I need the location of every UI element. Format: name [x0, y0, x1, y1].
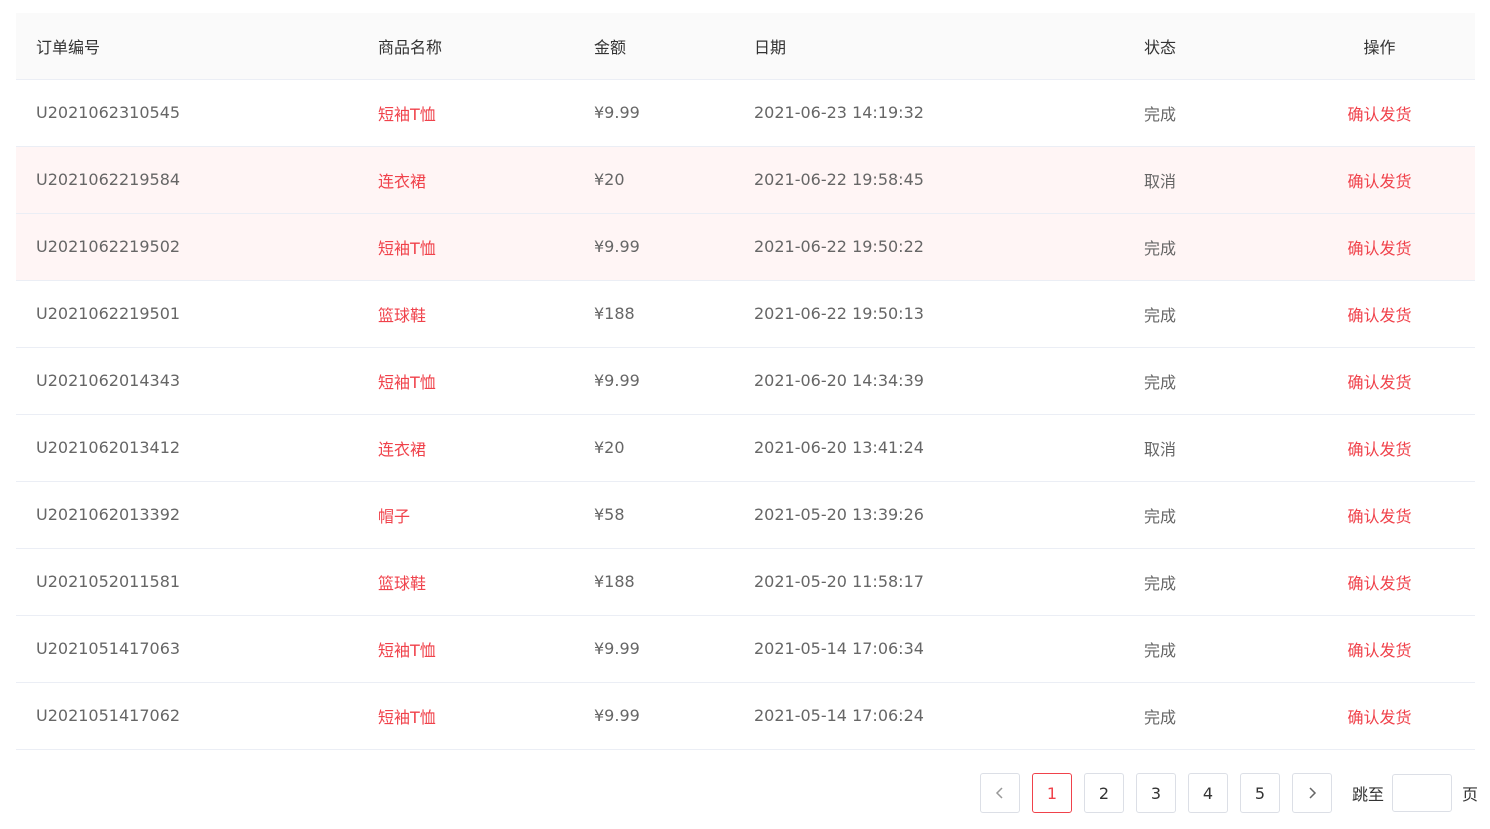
orders-table: 订单编号 商品名称 金额 日期 状态 操作 U2021062310545 短袖T… — [16, 13, 1475, 750]
date-cell: 2021-06-23 14:19:32 — [734, 79, 1124, 147]
table-row: U2021062219501 篮球鞋 ¥188 2021-06-22 19:50… — [16, 280, 1475, 348]
header-status: 状态 — [1124, 13, 1284, 80]
product-name-link[interactable]: 短袖T恤 — [378, 239, 436, 258]
amount-cell: ¥188 — [574, 548, 734, 616]
product-name-link[interactable]: 篮球鞋 — [378, 306, 426, 325]
amount-cell: ¥20 — [574, 146, 734, 214]
table-row: U2021062014343 短袖T恤 ¥9.99 2021-06-20 14:… — [16, 347, 1475, 415]
product-name-link[interactable]: 连衣裙 — [378, 172, 426, 191]
status-cell: 完成 — [1124, 79, 1284, 147]
table-row: U2021051417063 短袖T恤 ¥9.99 2021-05-14 17:… — [16, 615, 1475, 683]
header-action: 操作 — [1284, 13, 1475, 80]
pagination: 1 2 3 4 5 跳至 页 — [980, 773, 1478, 813]
table-row: U2021052011581 篮球鞋 ¥188 2021-05-20 11:58… — [16, 548, 1475, 616]
status-cell: 完成 — [1124, 682, 1284, 750]
confirm-shipment-button[interactable]: 确认发货 — [1347, 574, 1411, 593]
order-id-cell: U2021052011581 — [16, 548, 358, 616]
header-product: 商品名称 — [358, 13, 574, 80]
amount-cell: ¥9.99 — [574, 615, 734, 683]
amount-cell: ¥9.99 — [574, 682, 734, 750]
order-id-cell: U2021062219501 — [16, 280, 358, 348]
amount-cell: ¥58 — [574, 481, 734, 549]
status-cell: 完成 — [1124, 548, 1284, 616]
table-row: U2021062219502 短袖T恤 ¥9.99 2021-06-22 19:… — [16, 213, 1475, 281]
confirm-shipment-button[interactable]: 确认发货 — [1347, 507, 1411, 526]
status-cell: 取消 — [1124, 414, 1284, 482]
product-name-link[interactable]: 短袖T恤 — [378, 641, 436, 660]
table-row: U2021062013412 连衣裙 ¥20 2021-06-20 13:41:… — [16, 414, 1475, 482]
order-id-cell: U2021062014343 — [16, 347, 358, 415]
date-cell: 2021-06-22 19:50:13 — [734, 280, 1124, 348]
date-cell: 2021-06-20 13:41:24 — [734, 414, 1124, 482]
date-cell: 2021-06-22 19:50:22 — [734, 213, 1124, 281]
chevron-left-icon — [995, 787, 1003, 799]
order-id-cell: U2021051417062 — [16, 682, 358, 750]
date-cell: 2021-06-22 19:58:45 — [734, 146, 1124, 214]
product-name-link[interactable]: 连衣裙 — [378, 440, 426, 459]
header-order-id: 订单编号 — [16, 13, 358, 80]
amount-cell: ¥188 — [574, 280, 734, 348]
status-cell: 完成 — [1124, 481, 1284, 549]
confirm-shipment-button[interactable]: 确认发货 — [1347, 239, 1411, 258]
order-id-cell: U2021062310545 — [16, 79, 358, 147]
order-id-cell: U2021062219584 — [16, 146, 358, 214]
order-id-cell: U2021051417063 — [16, 615, 358, 683]
order-id-cell: U2021062013392 — [16, 481, 358, 549]
confirm-shipment-button[interactable]: 确认发货 — [1347, 373, 1411, 392]
jump-page-input[interactable] — [1392, 774, 1453, 812]
date-cell: 2021-05-20 11:58:17 — [734, 548, 1124, 616]
status-cell: 完成 — [1124, 213, 1284, 281]
next-page-button[interactable] — [1292, 773, 1332, 813]
header-date: 日期 — [734, 13, 1124, 80]
product-name-link[interactable]: 短袖T恤 — [378, 708, 436, 727]
status-cell: 完成 — [1124, 280, 1284, 348]
table-header-row: 订单编号 商品名称 金额 日期 状态 操作 — [16, 13, 1475, 80]
page-button-2[interactable]: 2 — [1084, 773, 1124, 813]
product-name-link[interactable]: 帽子 — [378, 507, 410, 526]
product-name-link[interactable]: 篮球鞋 — [378, 574, 426, 593]
page-button-3[interactable]: 3 — [1136, 773, 1176, 813]
date-cell: 2021-05-20 13:39:26 — [734, 481, 1124, 549]
date-cell: 2021-05-14 17:06:34 — [734, 615, 1124, 683]
page-button-4[interactable]: 4 — [1188, 773, 1228, 813]
header-amount: 金额 — [574, 13, 734, 80]
orders-panel: 订单编号 商品名称 金额 日期 状态 操作 U2021062310545 短袖T… — [16, 13, 1475, 750]
confirm-shipment-button[interactable]: 确认发货 — [1347, 440, 1411, 459]
amount-cell: ¥9.99 — [574, 347, 734, 415]
confirm-shipment-button[interactable]: 确认发货 — [1347, 306, 1411, 325]
amount-cell: ¥9.99 — [574, 213, 734, 281]
confirm-shipment-button[interactable]: 确认发货 — [1347, 105, 1411, 124]
confirm-shipment-button[interactable]: 确认发货 — [1347, 172, 1411, 191]
status-cell: 完成 — [1124, 347, 1284, 415]
table-row: U2021062310545 短袖T恤 ¥9.99 2021-06-23 14:… — [16, 79, 1475, 147]
page-suffix-label: 页 — [1462, 785, 1479, 804]
table-row: U2021051417062 短袖T恤 ¥9.99 2021-05-14 17:… — [16, 682, 1475, 750]
amount-cell: ¥9.99 — [574, 79, 734, 147]
product-name-link[interactable]: 短袖T恤 — [378, 373, 436, 392]
order-id-cell: U2021062013412 — [16, 414, 358, 482]
jump-to-label: 跳至 — [1352, 785, 1385, 804]
status-cell: 完成 — [1124, 615, 1284, 683]
amount-cell: ¥20 — [574, 414, 734, 482]
date-cell: 2021-05-14 17:06:24 — [734, 682, 1124, 750]
page-button-5[interactable]: 5 — [1240, 773, 1280, 813]
confirm-shipment-button[interactable]: 确认发货 — [1347, 708, 1411, 727]
chevron-right-icon — [1309, 787, 1317, 799]
product-name-link[interactable]: 短袖T恤 — [378, 105, 436, 124]
page-button-1[interactable]: 1 — [1032, 773, 1072, 813]
confirm-shipment-button[interactable]: 确认发货 — [1347, 641, 1411, 660]
status-cell: 取消 — [1124, 146, 1284, 214]
prev-page-button[interactable] — [980, 773, 1020, 813]
date-cell: 2021-06-20 14:34:39 — [734, 347, 1124, 415]
order-id-cell: U2021062219502 — [16, 213, 358, 281]
table-row: U2021062013392 帽子 ¥58 2021-05-20 13:39:2… — [16, 481, 1475, 549]
table-row: U2021062219584 连衣裙 ¥20 2021-06-22 19:58:… — [16, 146, 1475, 214]
